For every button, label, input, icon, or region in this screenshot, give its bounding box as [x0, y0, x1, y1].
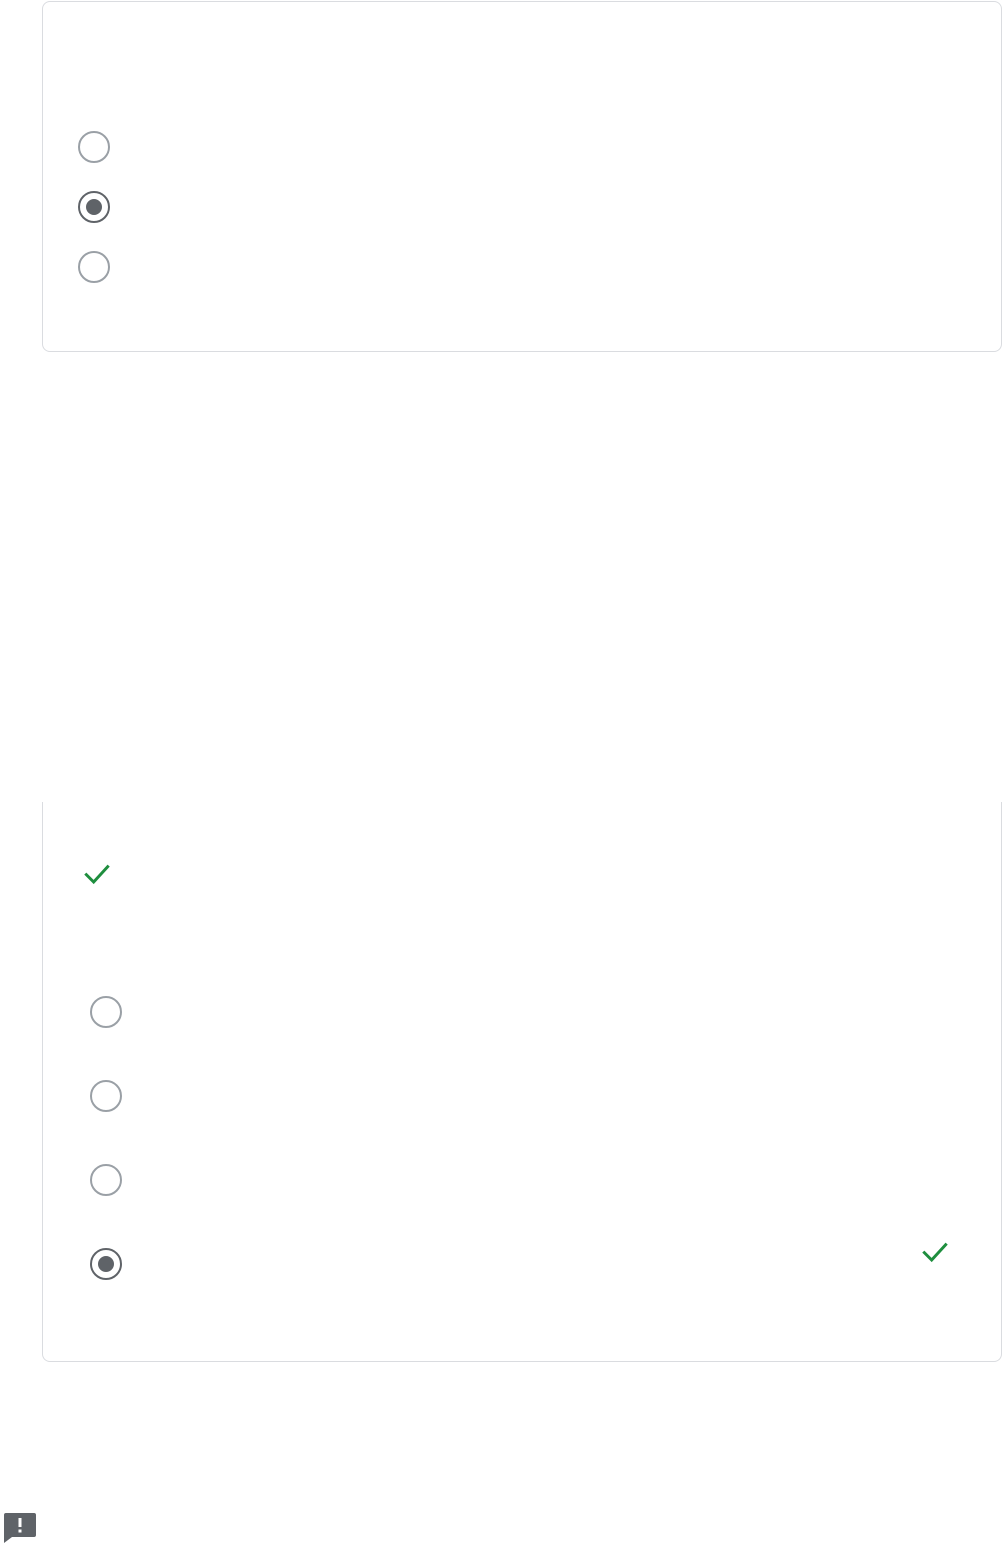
- question-1-option-3[interactable]: [78, 251, 126, 283]
- question-1-option-2[interactable]: [78, 191, 126, 223]
- check-icon: [84, 864, 110, 885]
- radio-button[interactable]: [90, 996, 122, 1028]
- radio-button[interactable]: [90, 1164, 122, 1196]
- question-card-2: [42, 802, 1002, 1362]
- radio-button-selected[interactable]: [90, 1248, 122, 1280]
- radio-button-selected[interactable]: [78, 191, 110, 223]
- question-2-option-2[interactable]: [90, 1080, 138, 1112]
- question-1-option-1[interactable]: [78, 131, 126, 163]
- question-card-1: [42, 1, 1002, 352]
- radio-button[interactable]: [78, 131, 110, 163]
- radio-button[interactable]: [90, 1080, 122, 1112]
- correct-answer-check-icon: [922, 1242, 948, 1263]
- report-issue-icon[interactable]: [2, 1512, 38, 1544]
- question-2-option-3[interactable]: [90, 1164, 138, 1196]
- radio-button[interactable]: [78, 251, 110, 283]
- question-2-option-1[interactable]: [90, 996, 138, 1028]
- question-2-option-4[interactable]: [90, 1248, 138, 1280]
